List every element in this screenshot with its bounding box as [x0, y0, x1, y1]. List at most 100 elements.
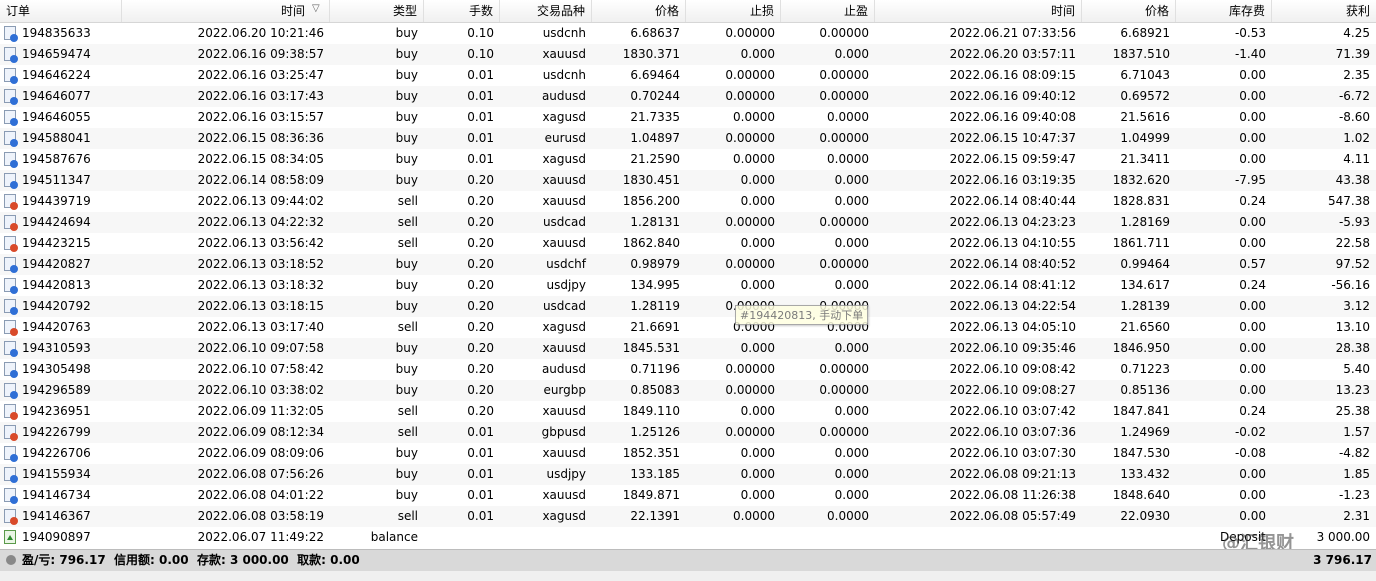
cell-lots: 0.20	[467, 341, 494, 355]
cell-tp: 0.00000	[819, 362, 869, 376]
cell-close-price: 6.68921	[1120, 26, 1170, 40]
cell-close-price: 1.28139	[1120, 299, 1170, 313]
table-row[interactable]: 194511347 2022.06.14 08:58:09 buy 0.20 xauus…	[0, 170, 1376, 191]
cell-lots: 0.01	[467, 89, 494, 103]
cell-symbol: audusd	[541, 362, 586, 376]
column-header-swap[interactable]: 库存费	[1176, 0, 1272, 22]
table-row[interactable]: 194146367 2022.06.08 03:58:19 sell 0.01 xagu…	[0, 506, 1376, 527]
cell-close-price: 6.71043	[1120, 68, 1170, 82]
column-header-close-time[interactable]: 时间	[875, 0, 1082, 22]
column-header-profit[interactable]: 获利	[1272, 0, 1376, 22]
cell-close-price: 0.85136	[1120, 383, 1170, 397]
table-row[interactable]: 194835633 2022.06.20 10:21:46 buy 0.10 usdcn…	[0, 23, 1376, 44]
cell-order: 194646055	[22, 110, 91, 124]
cell-close-time: 2022.06.13 04:10:55	[949, 236, 1076, 250]
cell-close-price: 22.0930	[1120, 509, 1170, 523]
cell-tp: 0.000	[834, 488, 869, 502]
cell-type: sell	[397, 425, 418, 439]
table-row[interactable]: 194646055 2022.06.16 03:15:57 buy 0.01 xagus…	[0, 107, 1376, 128]
table-row[interactable]: 194588041 2022.06.15 08:36:36 buy 0.01 eurus…	[0, 128, 1376, 149]
column-header-symbol[interactable]: 交易品种	[500, 0, 592, 22]
cell-profit: 22.58	[1335, 236, 1370, 250]
cell-swap: 0.00	[1239, 488, 1266, 502]
table-row[interactable]: 194659474 2022.06.16 09:38:57 buy 0.10 xauus…	[0, 44, 1376, 65]
table-row[interactable]: 194423215 2022.06.13 03:56:42 sell 0.20 xauu…	[0, 233, 1376, 254]
cell-close-price: 1.04999	[1120, 131, 1170, 145]
table-row[interactable]: 194236951 2022.06.09 11:32:05 sell 0.20 xauu…	[0, 401, 1376, 422]
column-header-open-time[interactable]: 时间	[122, 0, 330, 22]
column-header-order[interactable]: 订单	[0, 0, 122, 22]
column-header-lots[interactable]: 手数	[424, 0, 500, 22]
cell-open-time: 2022.06.15 08:34:05	[197, 152, 324, 166]
cell-swap: 0.00	[1239, 110, 1266, 124]
cell-sl: 0.000	[740, 173, 775, 187]
cell-swap: 0.00	[1239, 362, 1266, 376]
cell-close-price: 134.617	[1120, 278, 1170, 292]
table-row[interactable]: 194439719 2022.06.13 09:44:02 sell 0.20 xauu…	[0, 191, 1376, 212]
table-row[interactable]: 194296589 2022.06.10 03:38:02 buy 0.20 eurgb…	[0, 380, 1376, 401]
cell-profit: -56.16	[1331, 278, 1370, 292]
table-row[interactable]: 194646224 2022.06.16 03:25:47 buy 0.01 usdcn…	[0, 65, 1376, 86]
column-header-take-profit[interactable]: 止盈	[781, 0, 875, 22]
cell-profit: 28.38	[1335, 341, 1370, 355]
column-header-bar: 订单 时间 ▽ 类型 手数 交易品种 价格 止损 止盈 时间 价格 库存费 获利	[0, 0, 1376, 23]
cell-tp: 0.0000	[827, 152, 869, 166]
cell-profit: 1.85	[1343, 467, 1370, 481]
table-row[interactable]: 194090897 2022.06.07 11:49:22 balance 3 000…	[0, 527, 1376, 548]
table-row[interactable]: 194424694 2022.06.13 04:22:32 sell 0.20 usdc…	[0, 212, 1376, 233]
cell-close-price: 1847.841	[1112, 404, 1170, 418]
column-header-stop-loss[interactable]: 止损	[686, 0, 781, 22]
cell-close-time: 2022.06.16 09:40:12	[949, 89, 1076, 103]
cell-type: buy	[395, 131, 418, 145]
cell-profit: 5.40	[1343, 362, 1370, 376]
table-row[interactable]: 194146734 2022.06.08 04:01:22 buy 0.01 xauus…	[0, 485, 1376, 506]
table-row[interactable]: 194226799 2022.06.09 08:12:34 sell 0.01 gbpu…	[0, 422, 1376, 443]
cell-close-time: 2022.06.13 04:23:23	[949, 215, 1076, 229]
table-row[interactable]: 194587676 2022.06.15 08:34:05 buy 0.01 xagus…	[0, 149, 1376, 170]
table-row[interactable]: 194226706 2022.06.09 08:09:06 buy 0.01 xauus…	[0, 443, 1376, 464]
cell-symbol: xagusd	[542, 509, 586, 523]
table-row[interactable]: 194310593 2022.06.10 09:07:58 buy 0.20 xauus…	[0, 338, 1376, 359]
cell-open-time: 2022.06.14 08:58:09	[197, 173, 324, 187]
cell-lots: 0.01	[467, 467, 494, 481]
cell-swap: 0.00	[1239, 299, 1266, 313]
cell-type: buy	[395, 362, 418, 376]
cell-lots	[424, 527, 500, 548]
cell-open-time: 2022.06.07 11:49:22	[197, 530, 324, 544]
cell-open-time: 2022.06.16 03:17:43	[197, 89, 324, 103]
table-row[interactable]: 194420763 2022.06.13 03:17:40 sell 0.20 xagu…	[0, 317, 1376, 338]
cell-tp: 0.000	[834, 446, 869, 460]
table-row[interactable]: 194420813 2022.06.13 03:18:32 buy 0.20 usdjp…	[0, 275, 1376, 296]
cell-tp: 0.000	[834, 278, 869, 292]
order-tooltip: #194420813, 手动下单	[735, 305, 869, 325]
cell-symbol: xauusd	[542, 47, 586, 61]
table-row[interactable]: 194420792 2022.06.13 03:18:15 buy 0.20 usdca…	[0, 296, 1376, 317]
cell-order: 194588041	[22, 131, 91, 145]
cell-profit: 25.38	[1335, 404, 1370, 418]
cell-profit: 3.12	[1343, 299, 1370, 313]
cell-sl: 0.0000	[733, 110, 775, 124]
cell-type: buy	[395, 110, 418, 124]
bottom-strip	[0, 571, 1376, 581]
cell-close-time: 2022.06.14 08:41:12	[949, 278, 1076, 292]
cell-close-price: 1.24969	[1120, 425, 1170, 439]
cell-order: 194296589	[22, 383, 91, 397]
cell-lots: 0.20	[467, 173, 494, 187]
table-row[interactable]: 194305498 2022.06.10 07:58:42 buy 0.20 audus…	[0, 359, 1376, 380]
cell-lots: 0.01	[467, 152, 494, 166]
cell-type: sell	[397, 509, 418, 523]
cell-type: sell	[397, 236, 418, 250]
table-row[interactable]: 194646077 2022.06.16 03:17:43 buy 0.01 audus…	[0, 86, 1376, 107]
cell-close-time: 2022.06.10 03:07:42	[949, 404, 1076, 418]
cell-tp: 0.00000	[819, 425, 869, 439]
cell-open-price: 1852.351	[622, 446, 680, 460]
column-header-type[interactable]: 类型	[330, 0, 424, 22]
cell-open-price: 1.04897	[630, 131, 680, 145]
cell-sl: 0.00000	[725, 131, 775, 145]
column-header-close-price[interactable]: 价格	[1082, 0, 1176, 22]
column-header-open-price[interactable]: 价格	[592, 0, 686, 22]
cell-symbol: usdcad	[542, 215, 586, 229]
table-row[interactable]: 194155934 2022.06.08 07:56:26 buy 0.01 usdjp…	[0, 464, 1376, 485]
table-row[interactable]: 194420827 2022.06.13 03:18:52 buy 0.20 usdch…	[0, 254, 1376, 275]
cell-profit: 71.39	[1335, 47, 1370, 61]
